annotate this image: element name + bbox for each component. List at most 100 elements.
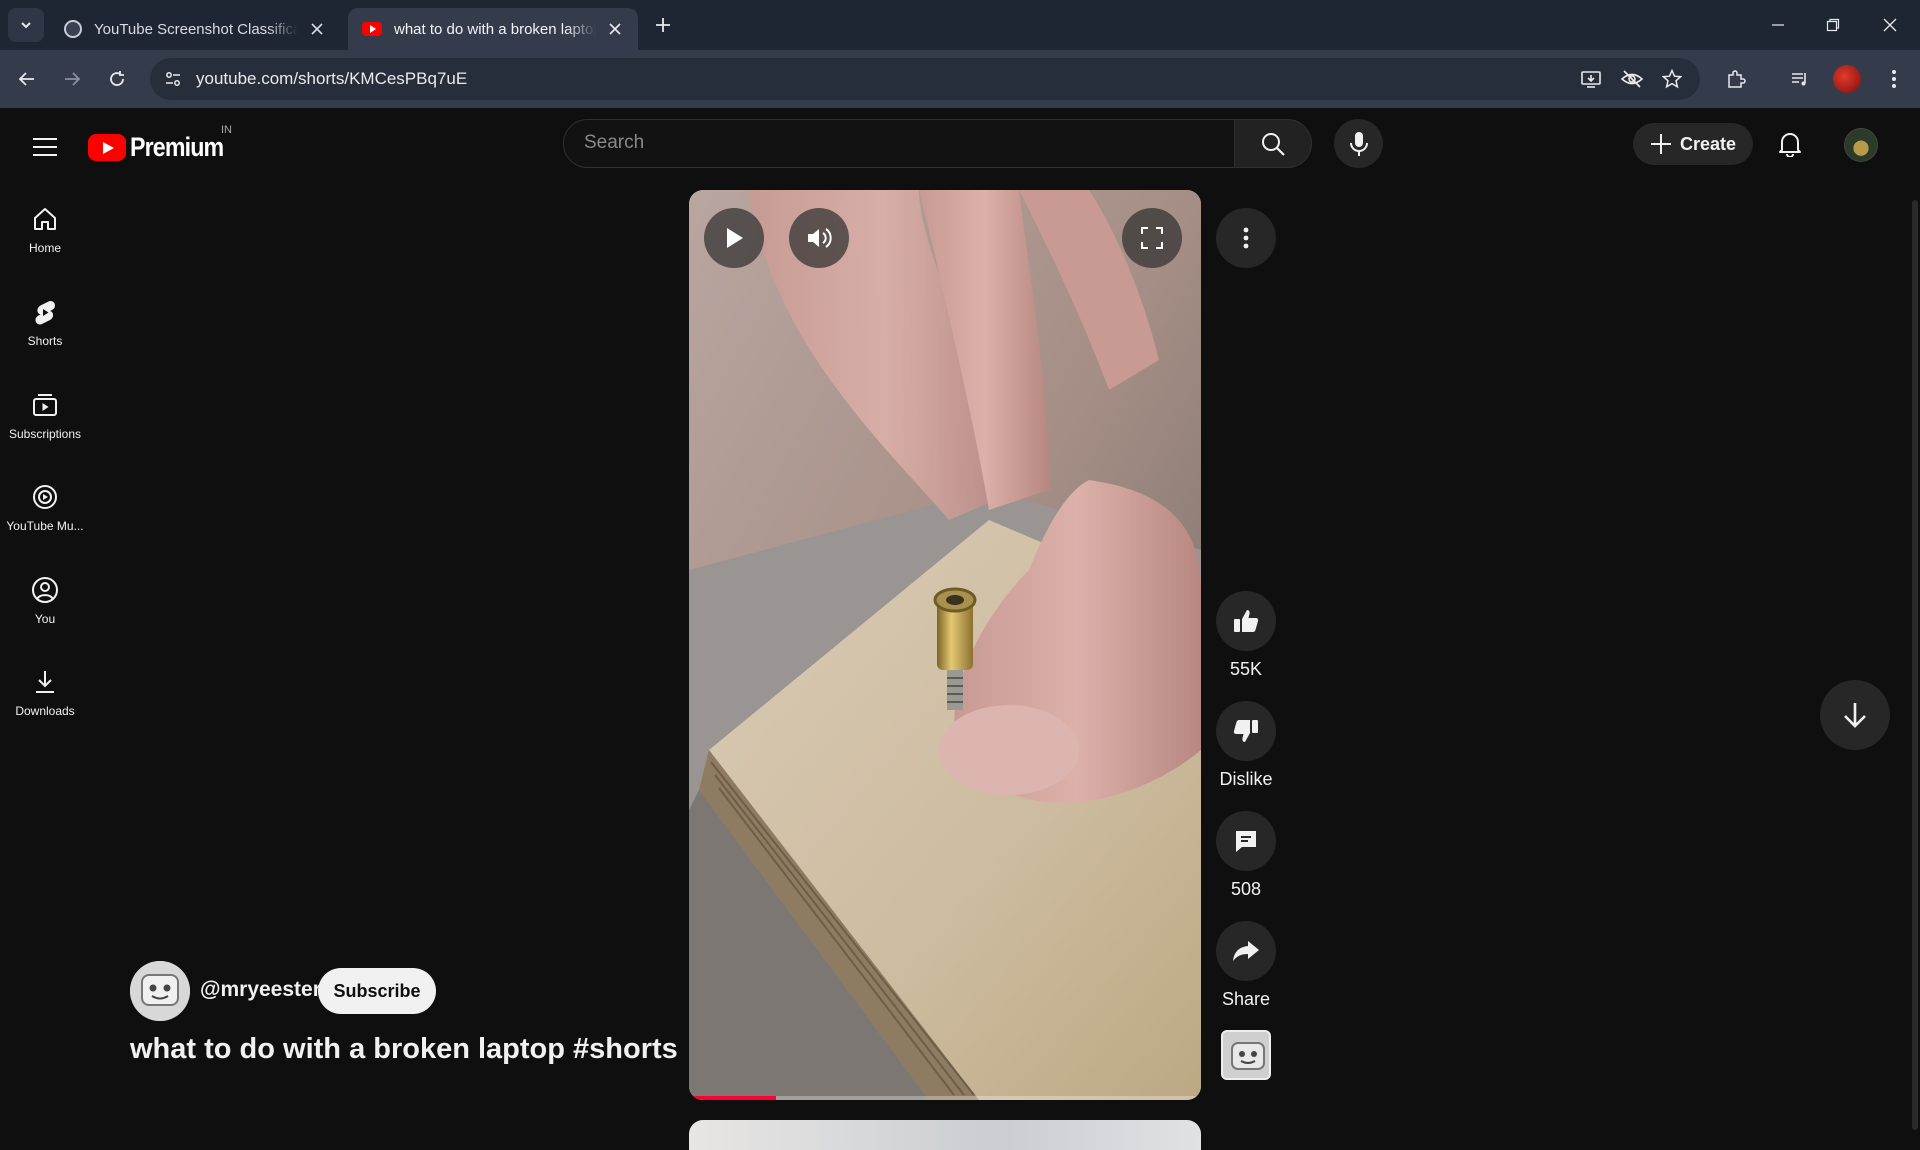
back-button[interactable] (13, 65, 41, 93)
create-button[interactable]: Create (1633, 123, 1753, 165)
more-vertical-icon (1243, 227, 1249, 249)
search-icon (1262, 132, 1285, 156)
bell-icon (1779, 133, 1801, 157)
site-info-icon[interactable] (164, 70, 182, 88)
guide-menu-button[interactable] (28, 130, 62, 164)
chevron-down-icon (21, 22, 31, 29)
like-action[interactable]: 55K (1216, 591, 1276, 680)
youtube-music-icon (33, 485, 57, 509)
close-icon (1883, 18, 1897, 32)
tracking-protection-button[interactable] (1618, 65, 1646, 93)
tab-title: YouTube Screenshot Classificati (94, 20, 298, 38)
share-icon (1233, 941, 1259, 961)
guide-item-label: You (34, 612, 56, 626)
guide-item-subscriptions[interactable]: Subscriptions (0, 376, 90, 456)
restore-window-button[interactable] (1820, 12, 1846, 38)
hamburger-line (33, 154, 57, 156)
guide-item-home[interactable]: Home (0, 190, 90, 270)
subscribe-button[interactable]: Subscribe (318, 968, 436, 1014)
browser-tabstrip: YouTube Screenshot Classificati what to … (0, 0, 1920, 50)
bookmark-button[interactable] (1658, 65, 1686, 93)
channel-thumbnail[interactable] (1221, 1030, 1271, 1080)
media-controls-button[interactable] (1786, 65, 1814, 93)
channel-name[interactable]: @mryeester (200, 978, 321, 1002)
guide-item-label: Downloads (15, 704, 75, 718)
tab-title: what to do with a broken laptop (394, 20, 596, 38)
search-box (563, 119, 1235, 168)
robot-avatar-icon (130, 961, 190, 1021)
comments-button[interactable] (1216, 811, 1276, 871)
dislike-button[interactable] (1216, 701, 1276, 761)
guide-item-downloads[interactable]: Downloads (0, 653, 90, 733)
guide-item-label: Shorts (27, 334, 63, 348)
address-bar[interactable]: youtube.com/shorts/KMCesPBq7uE (150, 58, 1700, 100)
like-button[interactable] (1216, 591, 1276, 651)
channel-avatar[interactable] (130, 961, 190, 1021)
guide-item-you[interactable]: You (0, 561, 90, 641)
reload-button[interactable] (103, 65, 131, 93)
share-label: Share (1221, 989, 1271, 1009)
next-short-button[interactable] (1820, 680, 1890, 750)
close-window-button[interactable] (1877, 12, 1903, 38)
plus-icon (656, 18, 670, 32)
guide-item-label: YouTube Mu... (6, 519, 84, 533)
close-tab-icon[interactable] (606, 20, 624, 38)
new-tab-button[interactable] (650, 12, 676, 38)
guide-item-youtube-music[interactable]: YouTube Mu... (0, 468, 90, 548)
browser-tab[interactable]: YouTube Screenshot Classificati (50, 8, 340, 50)
restore-icon (1826, 18, 1840, 32)
dislike-action[interactable]: Dislike (1216, 701, 1276, 790)
fullscreen-button[interactable] (1122, 208, 1182, 268)
thumbs-up-icon (1234, 610, 1259, 632)
notifications-button[interactable] (1771, 125, 1809, 163)
share-action[interactable]: Share (1216, 921, 1276, 1010)
close-tab-icon[interactable] (308, 20, 326, 38)
forward-button[interactable] (58, 65, 86, 93)
dislike-label: Dislike (1219, 769, 1273, 789)
mute-button[interactable] (789, 208, 849, 268)
hamburger-icon (33, 138, 57, 140)
robot-avatar-icon (1223, 1032, 1269, 1078)
more-actions[interactable] (1216, 208, 1276, 268)
play-button[interactable] (704, 208, 764, 268)
plus-icon (1650, 134, 1671, 154)
tab-search-button[interactable] (8, 8, 44, 42)
volume-icon (808, 228, 832, 248)
browser-menu-button[interactable] (1880, 65, 1908, 93)
progress-fill (689, 1096, 777, 1100)
arrow-right-icon (65, 72, 81, 86)
star-icon (1662, 69, 1682, 89)
reload-icon (110, 71, 124, 86)
minimize-window-button[interactable] (1765, 12, 1791, 38)
install-app-button[interactable] (1577, 65, 1605, 93)
guide-item-shorts[interactable]: Shorts (0, 283, 90, 363)
eye-off-icon (1621, 70, 1643, 88)
thumbs-down-icon (1233, 720, 1258, 742)
more-actions-button[interactable] (1216, 208, 1276, 268)
search-button[interactable] (1234, 119, 1312, 168)
puzzle-icon (1728, 70, 1746, 88)
shorts-icon (35, 300, 55, 325)
downloads-icon (36, 671, 54, 693)
guide-item-label: Subscriptions (8, 427, 82, 441)
progress-bar[interactable] (689, 1096, 1201, 1100)
comments-count: 508 (1230, 879, 1262, 899)
browser-tab-active[interactable]: what to do with a broken laptop (348, 8, 638, 50)
account-avatar[interactable] (1844, 128, 1878, 162)
youtube-premium-logo[interactable]: Premium IN (88, 124, 239, 163)
share-button[interactable] (1216, 921, 1276, 981)
subscriptions-icon (33, 394, 57, 416)
page-scrollbar[interactable] (1912, 200, 1918, 1130)
youtube-masthead: Premium IN Create (0, 108, 1920, 180)
browser-profile-avatar[interactable] (1833, 65, 1861, 93)
next-short-preview[interactable] (689, 1120, 1201, 1150)
shorts-video-player[interactable] (689, 190, 1201, 1100)
country-code: IN (221, 124, 232, 136)
minimize-icon (1772, 24, 1784, 26)
playlist-icon (1792, 73, 1806, 86)
play-icon (727, 228, 743, 248)
extensions-button[interactable] (1722, 65, 1750, 93)
voice-search-button[interactable] (1334, 119, 1383, 168)
comments-action[interactable]: 508 (1216, 811, 1276, 900)
search-input[interactable] (584, 132, 1184, 154)
